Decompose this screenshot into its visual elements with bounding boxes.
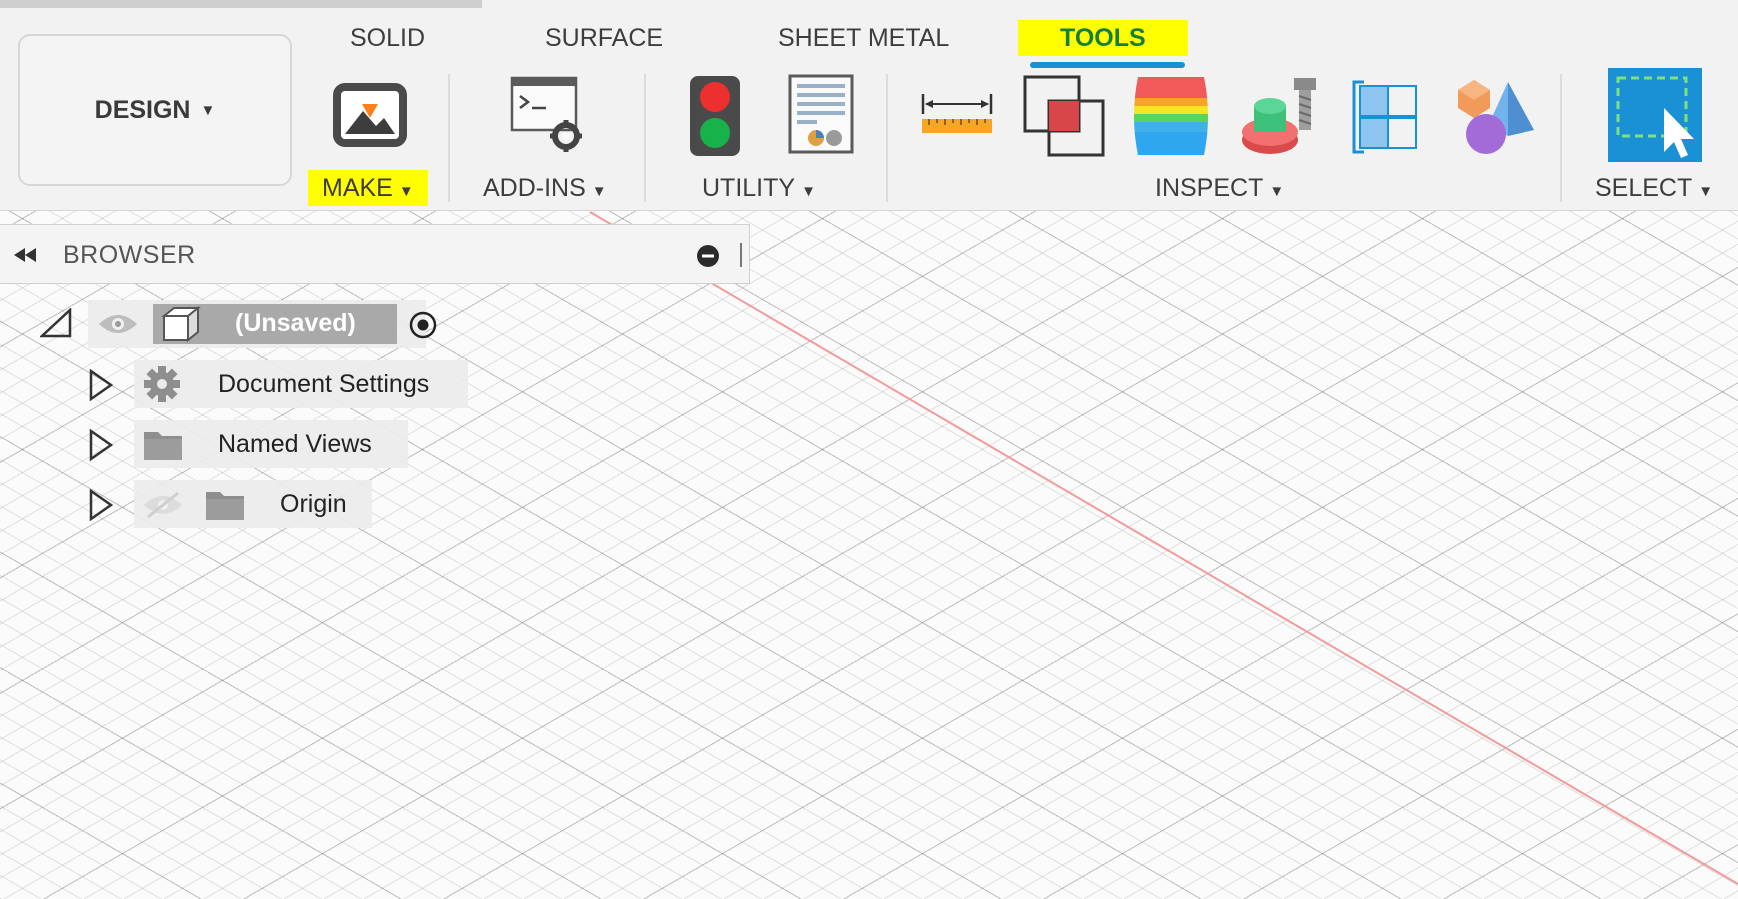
browser-header: BROWSER <box>0 224 750 284</box>
interference-icon[interactable] <box>1022 74 1106 158</box>
collapse-double-arrow-icon[interactable] <box>12 245 40 265</box>
select-label: SELECT <box>1595 174 1693 202</box>
expand-triangle-icon[interactable] <box>88 428 114 462</box>
separator <box>1560 74 1562 202</box>
eye-visibility-icon[interactable] <box>97 312 139 336</box>
red-axis-line <box>589 211 1738 885</box>
toolbar: DESIGN ▼ SOLID SURFACE SHEET METAL TOOLS… <box>0 0 1738 211</box>
root-component-label: (Unsaved) <box>235 309 356 337</box>
caret-down-icon: ▼ <box>1698 183 1714 200</box>
expand-triangle-icon[interactable] <box>88 488 114 522</box>
traffic-light-icon[interactable] <box>688 74 742 158</box>
make-label: MAKE <box>322 174 393 202</box>
tab-solid[interactable]: SOLID <box>350 20 425 56</box>
table-report-icon[interactable] <box>788 74 854 154</box>
inspect-dropdown[interactable]: INSPECT ▼ <box>1155 170 1284 206</box>
caret-down-icon: ▼ <box>1269 183 1285 200</box>
tab-tools[interactable]: TOOLS <box>1018 20 1188 56</box>
display-shapes-icon[interactable] <box>1454 74 1536 158</box>
panel-pin-icon[interactable] <box>740 243 742 267</box>
add-ins-dropdown[interactable]: ADD-INS ▼ <box>483 170 607 206</box>
zebra-analysis-icon[interactable] <box>1130 74 1212 158</box>
workspace-dropdown[interactable]: DESIGN ▼ <box>18 34 292 186</box>
tree-item-label: Document Settings <box>218 370 430 398</box>
collapse-triangle-icon[interactable] <box>40 308 72 338</box>
tab-surface[interactable]: SURFACE <box>545 20 663 56</box>
minus-circle-icon[interactable] <box>696 244 720 268</box>
add-ins-label: ADD-INS <box>483 174 586 202</box>
scripts-addins-icon[interactable] <box>510 76 590 156</box>
component-box-icon <box>161 306 201 343</box>
measure-ruler-icon[interactable] <box>920 92 994 138</box>
utility-label: UTILITY <box>702 174 796 202</box>
folder-icon <box>144 432 182 460</box>
title-strip <box>0 0 482 8</box>
folder-icon <box>206 492 244 520</box>
separator <box>644 74 646 202</box>
section-analysis-icon[interactable] <box>1352 80 1422 154</box>
separator <box>448 74 450 202</box>
tree-item-label: Named Views <box>218 430 372 458</box>
caret-down-icon: ▼ <box>591 183 607 200</box>
utility-dropdown[interactable]: UTILITY ▼ <box>702 170 816 206</box>
eye-hidden-icon[interactable] <box>142 490 184 520</box>
window-select-icon[interactable] <box>1608 68 1702 162</box>
inspect-label: INSPECT <box>1155 174 1264 202</box>
tab-sheet-metal[interactable]: SHEET METAL <box>778 20 949 56</box>
caret-down-icon: ▼ <box>200 101 216 119</box>
caret-down-icon: ▼ <box>801 183 816 200</box>
browser-title: BROWSER <box>63 241 196 269</box>
activate-radio-icon[interactable] <box>408 310 438 340</box>
component-color-icon[interactable] <box>1240 74 1320 158</box>
3d-print-icon[interactable] <box>330 78 410 152</box>
caret-down-icon: ▼ <box>398 183 414 200</box>
active-tab-indicator <box>1030 62 1185 68</box>
expand-triangle-icon[interactable] <box>88 368 114 402</box>
workspace-label: DESIGN <box>94 95 191 124</box>
make-dropdown[interactable]: MAKE ▼ <box>308 170 428 206</box>
tree-item-label: Origin <box>280 490 347 518</box>
separator <box>886 74 888 202</box>
select-dropdown[interactable]: SELECT ▼ <box>1595 170 1713 206</box>
gear-icon <box>144 366 180 402</box>
